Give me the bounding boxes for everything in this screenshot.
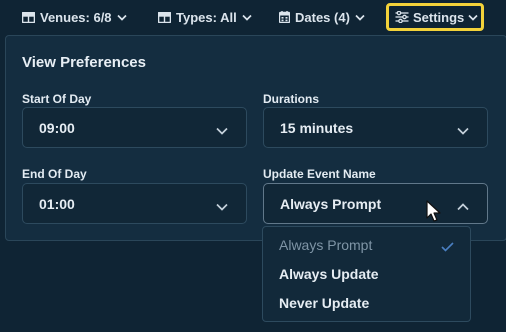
menu-option-never-update[interactable]: Never Update xyxy=(279,295,369,311)
chevron-up-icon xyxy=(457,198,469,214)
update-event-name-label: Update Event Name xyxy=(263,167,376,181)
start-of-day-value: 09:00 xyxy=(39,119,75,136)
types-filter-label: Types: All xyxy=(176,9,237,25)
start-of-day-label: Start Of Day xyxy=(22,92,92,106)
chevron-down-icon xyxy=(242,14,252,21)
chevron-down-icon xyxy=(355,14,365,21)
durations-label: Durations xyxy=(263,92,320,106)
durations-select[interactable]: 15 minutes xyxy=(263,107,488,148)
chevron-down-icon xyxy=(216,198,228,214)
update-event-name-select[interactable]: Always Prompt xyxy=(263,183,488,224)
types-filter-button[interactable]: Types: All xyxy=(158,4,252,30)
start-of-day-select[interactable]: 09:00 xyxy=(22,107,247,148)
app-root: Venues: 6/8 Types: All Dates (4) Setting… xyxy=(0,0,506,332)
dates-filter-button[interactable]: Dates (4) xyxy=(279,4,365,30)
dates-filter-label: Dates (4) xyxy=(295,9,350,25)
chevron-down-icon xyxy=(468,14,478,21)
end-of-day-label: End Of Day xyxy=(22,167,87,181)
settings-label: Settings xyxy=(413,9,465,25)
chevron-down-icon xyxy=(457,122,469,138)
sliders-icon xyxy=(395,11,409,23)
menu-option-always-update[interactable]: Always Update xyxy=(279,266,379,282)
chevron-down-icon xyxy=(216,122,228,138)
update-event-name-value: Always Prompt xyxy=(280,195,382,212)
venues-filter-button[interactable]: Venues: 6/8 xyxy=(22,4,127,30)
calendar-icon xyxy=(279,11,290,23)
filter-toolbar: Venues: 6/8 Types: All Dates (4) Setting… xyxy=(0,0,506,34)
menu-option-always-prompt[interactable]: Always Prompt xyxy=(279,237,372,253)
table-icon xyxy=(158,11,171,23)
panel-title: View Preferences xyxy=(22,54,146,71)
durations-value: 15 minutes xyxy=(280,119,354,136)
venues-filter-label: Venues: 6/8 xyxy=(40,9,112,25)
table-icon xyxy=(22,11,35,23)
update-event-name-menu: Always Prompt Always Update Never Update xyxy=(262,226,471,322)
settings-button[interactable]: Settings xyxy=(386,3,484,31)
end-of-day-value: 01:00 xyxy=(39,195,75,212)
chevron-down-icon xyxy=(116,14,127,21)
mouse-cursor-icon xyxy=(426,200,442,229)
end-of-day-select[interactable]: 01:00 xyxy=(22,183,247,224)
check-icon xyxy=(441,239,454,257)
